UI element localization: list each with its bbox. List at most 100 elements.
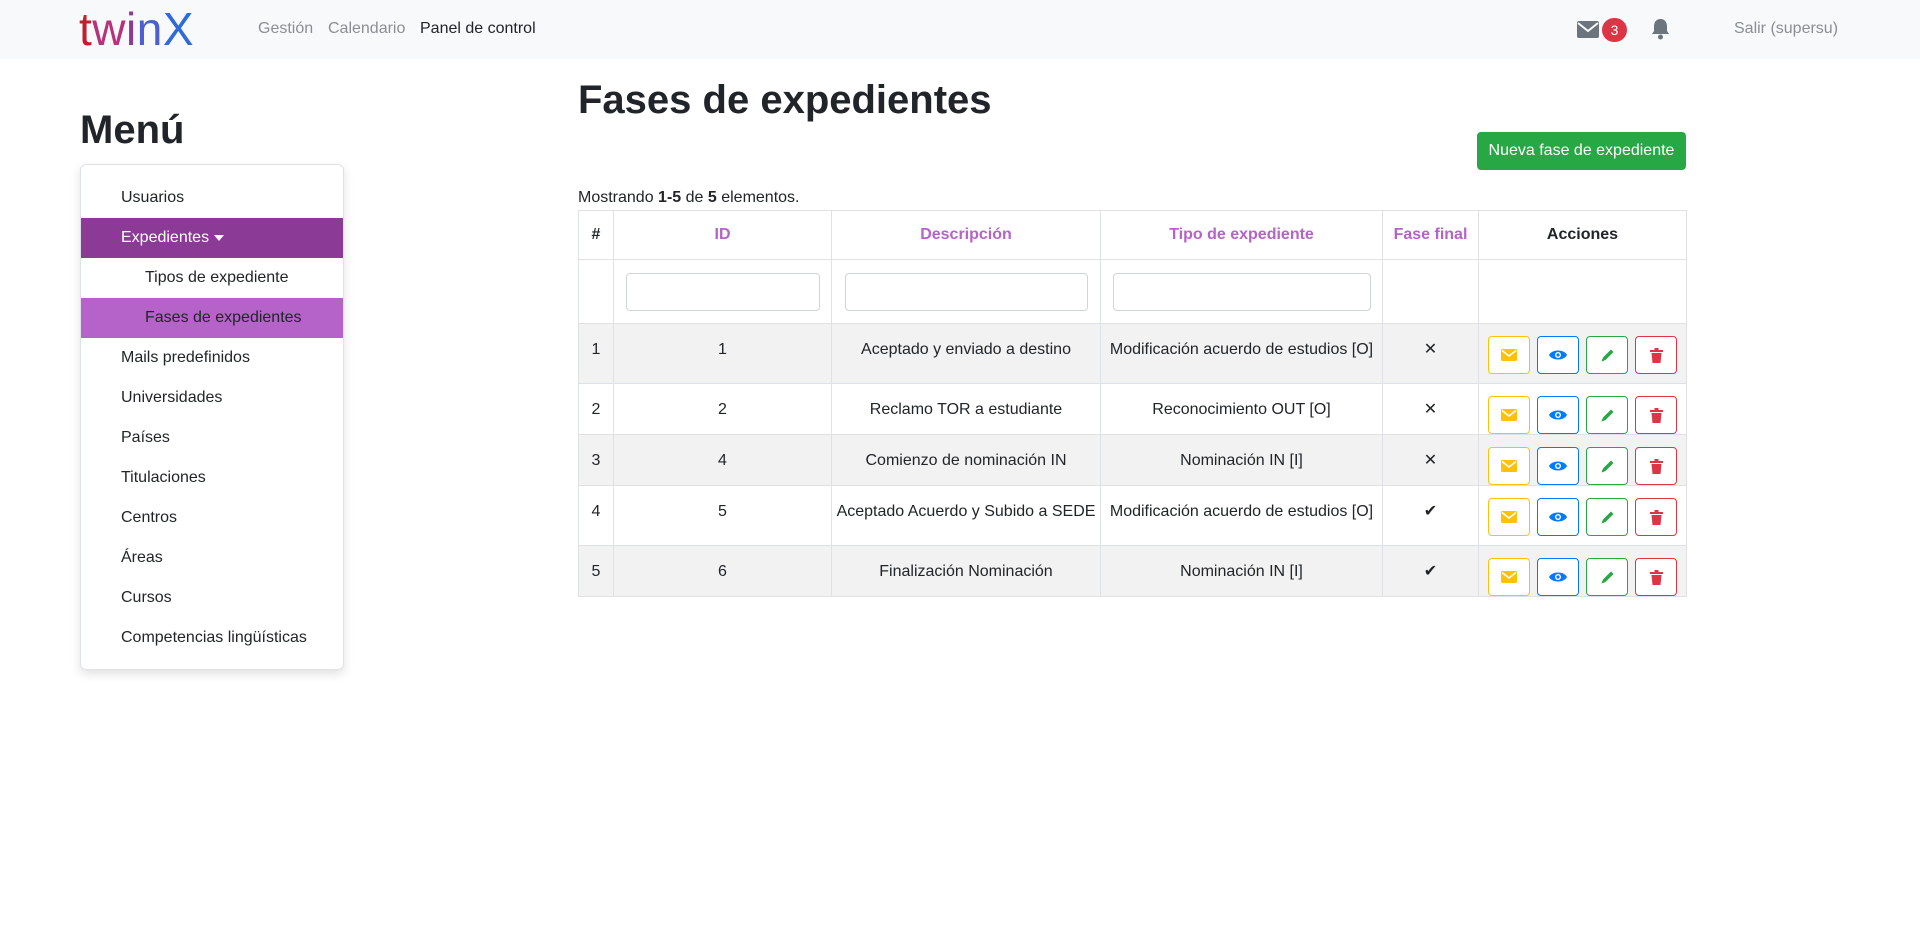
trash-icon <box>1649 458 1663 474</box>
edit-button[interactable] <box>1586 396 1628 434</box>
cell-tipo: Modificación acuerdo de estudios [O] <box>1100 485 1383 546</box>
page-title: Fases de expedientes <box>578 78 992 122</box>
sidebar-item-areas[interactable]: Áreas <box>81 538 343 578</box>
edit-button[interactable] <box>1586 336 1628 374</box>
delete-button[interactable] <box>1635 336 1677 374</box>
eye-icon <box>1549 512 1567 522</box>
view-button[interactable] <box>1537 498 1579 536</box>
send-mail-button[interactable] <box>1488 447 1530 485</box>
summary-prefix: Mostrando <box>578 189 659 206</box>
cell-fase-final: ✔ <box>1382 485 1479 546</box>
cell-fase-final: ✕ <box>1382 434 1479 486</box>
send-mail-button[interactable] <box>1488 498 1530 536</box>
cross-icon: ✕ <box>1423 452 1438 469</box>
summary-suffix: elementos. <box>716 189 800 206</box>
cell-descripcion: Finalización Nominación <box>831 545 1101 597</box>
pencil-icon <box>1601 571 1613 583</box>
column-header-id[interactable]: ID <box>613 210 832 260</box>
table-row: 4 5 Aceptado Acuerdo y Subido a SEDE Mod… <box>578 485 1687 546</box>
eye-icon <box>1549 350 1567 360</box>
view-button[interactable] <box>1537 336 1579 374</box>
filter-descripcion-input[interactable] <box>844 272 1088 311</box>
trash-icon <box>1649 509 1663 525</box>
envelope-icon <box>1501 571 1517 583</box>
pencil-icon <box>1601 460 1613 472</box>
logout-link[interactable]: Salir (supersu) <box>1734 20 1838 38</box>
envelope-icon <box>1501 460 1517 472</box>
cell-descripcion: Comienzo de nominación IN <box>831 434 1101 486</box>
envelope-icon[interactable] <box>1577 21 1599 43</box>
filter-cell-id <box>613 259 832 324</box>
results-summary: Mostrando 1-5 de 5 elementos. <box>578 189 799 207</box>
cell-id: 1 <box>613 323 832 384</box>
cell-index: 3 <box>578 434 614 486</box>
cell-fase-final: ✕ <box>1382 323 1479 384</box>
eye-icon <box>1549 572 1567 582</box>
cell-id: 5 <box>613 485 832 546</box>
cell-index: 2 <box>578 383 614 435</box>
filter-tipo-input[interactable] <box>1112 272 1371 311</box>
nav-calendario-link[interactable]: Calendario <box>328 20 405 38</box>
summary-range: 1-5 <box>658 189 682 206</box>
delete-button[interactable] <box>1635 558 1677 596</box>
nav-gestion-link[interactable]: Gestión <box>258 20 313 38</box>
edit-button[interactable] <box>1586 447 1628 485</box>
table-row: 3 4 Comienzo de nominación IN Nominación… <box>578 434 1687 486</box>
column-header-fase-final[interactable]: Fase final <box>1382 210 1479 260</box>
caret-down-icon <box>214 234 225 241</box>
cell-id: 2 <box>613 383 832 435</box>
send-mail-button[interactable] <box>1488 396 1530 434</box>
delete-button[interactable] <box>1635 447 1677 485</box>
summary-total: 5 <box>707 189 717 206</box>
pencil-icon <box>1601 511 1613 523</box>
delete-button[interactable] <box>1635 396 1677 434</box>
send-mail-button[interactable] <box>1488 558 1530 596</box>
menu-title: Menú <box>80 108 185 152</box>
sidebar-item-expedientes[interactable]: Expedientes <box>81 218 343 258</box>
brand-logo[interactable]: twinX <box>79 4 194 54</box>
sidebar-item-tipos-expediente[interactable]: Tipos de expediente <box>81 258 343 298</box>
sidebar-item-titulaciones[interactable]: Titulaciones <box>81 458 343 498</box>
column-header-tipo[interactable]: Tipo de expediente <box>1100 210 1383 260</box>
send-mail-button[interactable] <box>1488 336 1530 374</box>
sidebar-item-competencias[interactable]: Competencias lingüísticas <box>81 618 343 658</box>
view-button[interactable] <box>1537 447 1579 485</box>
sidebar-item-fases-expedientes[interactable]: Fases de expedientes <box>81 298 343 338</box>
sidebar-item-paises[interactable]: Países <box>81 418 343 458</box>
check-icon: ✔ <box>1423 503 1438 520</box>
new-phase-button[interactable]: Nueva fase de expediente <box>1477 132 1686 170</box>
nav-panel-control-link[interactable]: Panel de control <box>420 20 536 38</box>
cell-descripcion: Aceptado y enviado a destino <box>831 323 1101 384</box>
cell-acciones <box>1478 545 1687 597</box>
filter-cell-acciones <box>1478 259 1687 324</box>
filter-cell-fase-final <box>1382 259 1479 324</box>
sidebar-item-cursos[interactable]: Cursos <box>81 578 343 618</box>
bell-icon[interactable] <box>1651 18 1670 45</box>
edit-button[interactable] <box>1586 498 1628 536</box>
sidebar-item-mails-predefinidos[interactable]: Mails predefinidos <box>81 338 343 378</box>
pencil-icon <box>1601 409 1613 421</box>
view-button[interactable] <box>1537 558 1579 596</box>
delete-button[interactable] <box>1635 498 1677 536</box>
column-header-descripcion[interactable]: Descripción <box>831 210 1101 260</box>
view-button[interactable] <box>1537 396 1579 434</box>
table-row: 5 6 Finalización Nominación Nominación I… <box>578 545 1687 597</box>
sidebar-item-universidades[interactable]: Universidades <box>81 378 343 418</box>
filter-id-input[interactable] <box>625 272 820 311</box>
mail-count-badge[interactable]: 3 <box>1602 18 1627 42</box>
trash-icon <box>1649 407 1663 423</box>
edit-button[interactable] <box>1586 558 1628 596</box>
cross-icon: ✕ <box>1423 401 1438 418</box>
summary-mid: de <box>681 189 708 206</box>
trash-icon <box>1649 347 1663 363</box>
table-row: 2 2 Reclamo TOR a estudiante Reconocimie… <box>578 383 1687 435</box>
sidebar-item-centros[interactable]: Centros <box>81 498 343 538</box>
envelope-icon <box>1501 511 1517 523</box>
phases-table: # ID Descripción Tipo de expediente Fase… <box>578 210 1687 597</box>
cell-index: 1 <box>578 323 614 384</box>
cell-fase-final: ✔ <box>1382 545 1479 597</box>
filter-cell-descripcion <box>831 259 1101 324</box>
sidebar-item-usuarios[interactable]: Usuarios <box>81 178 343 218</box>
cell-index: 5 <box>578 545 614 597</box>
eye-icon <box>1549 461 1567 471</box>
